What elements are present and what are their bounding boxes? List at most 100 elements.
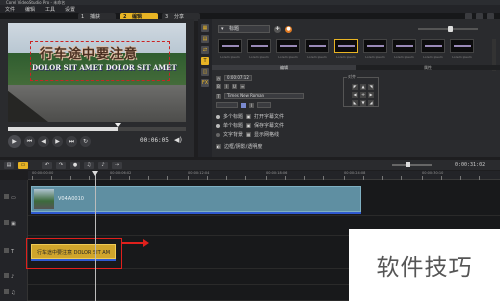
overlay-track-icon[interactable]: ▣ [4,220,24,230]
undo-icon[interactable]: ↶ [42,161,52,169]
menu-edit[interactable]: 编辑 [23,6,37,13]
redo-icon[interactable]: ↷ [56,161,66,169]
playhead-handle-icon[interactable] [92,171,98,176]
align-center-icon[interactable]: ✛ [360,92,366,98]
watermark: 软件技巧 [349,229,500,301]
font-select[interactable]: Times New Roman [224,93,304,99]
underline-icon[interactable]: U [232,84,237,89]
title-thumbnail[interactable]: Lorem ipsum [276,39,302,61]
menu-tools[interactable]: 工具 [43,6,57,13]
mixer-icon[interactable]: ♫ [84,161,94,169]
video-track-icon[interactable]: ▭ [4,194,24,204]
video-clip[interactable]: V04A0010 [31,186,361,212]
align-top-left-icon[interactable]: ◤ [352,84,358,90]
align-left-icon[interactable]: ◀ [352,92,358,98]
category-select[interactable]: 标题 [218,25,270,33]
menu-file[interactable]: 文件 [3,6,17,13]
option-show-grid[interactable]: 显示网格线 [254,131,279,138]
repeat-button[interactable]: ↻ [80,136,91,147]
align-bottom-left-icon[interactable]: ◣ [352,100,358,106]
title-thumbnail-caption: Lorem ipsum [452,55,472,59]
radio-multi[interactable] [216,114,220,119]
add-icon[interactable]: ✚ [274,25,281,33]
open-subtitle-icon[interactable]: ▣ [246,114,252,119]
grid-icon[interactable]: ▦ [246,132,252,137]
title-thumbnail[interactable]: Lorem ipsum [392,39,418,61]
title-thumbnail[interactable]: Lorem ipsum [334,39,360,61]
scrub-marker-icon[interactable] [115,123,122,127]
align-left-icon[interactable]: ≡ [240,84,245,89]
title-thumbnail[interactable]: Lorem ipsum [363,39,389,61]
angle-field[interactable] [257,102,271,108]
voice-track-icon[interactable]: ♪ [4,273,24,283]
auto-music-icon[interactable]: ♪ [98,161,108,169]
effect-icon[interactable]: ◐ [216,144,221,149]
volume-icon[interactable]: ◀) [174,136,184,145]
transition-icon[interactable]: ⇄ [201,46,209,54]
media-icon[interactable]: ▦ [201,24,209,32]
record-icon[interactable]: ● [70,161,80,169]
filter-icon[interactable]: FX [201,79,209,87]
option-text-bg[interactable]: 文字背景 [223,131,243,138]
line-spacing-icon[interactable]: I [249,102,254,108]
timeline-ruler[interactable]: 00:00:00:00 00:00:06:02 00:00:12:04 00:00:1… [28,171,500,180]
annotation-arrow-icon [143,239,149,247]
title-thumbnail[interactable]: Lorem ipsum [247,39,273,61]
zoom-knob[interactable] [406,162,410,167]
option-single-title[interactable]: 单个标题 [223,122,243,129]
option-multi-title[interactable]: 多个标题 [223,113,243,120]
border-shadow-label[interactable]: 边框/阴影/透明度 [224,143,262,150]
title-thumbnail[interactable]: Lorem ipsum [305,39,331,61]
scrub-fill [8,127,119,131]
align-top-right-icon[interactable]: ◥ [368,84,374,90]
duration-field[interactable]: 0:00:07:12 [224,75,252,81]
title-thumbnail-caption: Lorem ipsum [307,55,327,59]
thumb-size-slider[interactable] [418,26,478,32]
preview-title-main[interactable]: 行车途中要注意 [40,43,138,62]
favorite-icon[interactable]: ● [285,25,292,33]
ruler-label: 00:00:30:10 [422,171,444,175]
align-top-icon[interactable]: ▲ [360,84,366,90]
home-button[interactable]: ⏮ [24,136,35,147]
align-bottom-icon[interactable]: ▼ [360,100,366,106]
italic-icon[interactable]: I [224,84,229,89]
preview-timecode[interactable]: 00:06:05 [140,137,169,144]
tab-attributes[interactable]: 属性 [356,65,500,70]
align-bottom-right-icon[interactable]: ◢ [368,100,374,106]
end-button[interactable]: ⏭ [66,136,77,147]
tab-edit[interactable]: 编辑 [212,65,356,70]
save-subtitle-icon[interactable]: ▣ [246,123,252,128]
color-swatch[interactable] [241,102,246,108]
slider-knob[interactable] [448,26,453,32]
graphic-icon[interactable]: ◫ [201,68,209,76]
option-save-subtitle[interactable]: 保存字幕文件 [254,122,284,129]
preview-video[interactable]: 行车途中要注意 DOLOR SIT AMET DOLOR SIT AMET [8,23,186,122]
scrub-bar[interactable] [8,127,186,131]
motion-icon[interactable]: ⇢ [112,161,122,169]
font-size-field[interactable] [216,102,238,108]
preview-title-sub[interactable]: DOLOR SIT AMET DOLOR SIT AMET [32,63,177,72]
option-open-subtitle[interactable]: 打开字幕文件 [254,113,284,120]
title-thumbnail-text-bar [367,45,384,47]
play-button[interactable]: ▶ [8,135,21,148]
instant-project-icon[interactable]: ▤ [201,35,209,43]
title-thumbnail[interactable]: Lorem ipsum [218,39,244,61]
next-frame-button[interactable]: ▶ [52,136,63,147]
timeline-zoom-slider[interactable] [392,162,432,167]
timeline-view-icon[interactable]: ▭ [18,161,28,169]
title-thumbnail-image [450,39,474,53]
menu-settings[interactable]: 设置 [63,6,77,13]
title-thumbnail[interactable]: Lorem ipsum [450,39,476,61]
storyboard-view-icon[interactable]: ▤ [4,161,14,169]
prev-frame-button[interactable]: ◀ [38,136,49,147]
title-icon[interactable]: T [201,57,209,65]
bold-icon[interactable]: B [216,84,221,89]
align-right-icon[interactable]: ▶ [368,92,374,98]
music-track-icon[interactable]: ♫ [4,289,24,299]
title-thumbnail[interactable]: Lorem ipsum [421,39,447,61]
playhead-line[interactable] [95,171,96,301]
ruler-label: 00:00:12:04 [188,171,210,175]
checkbox-text-bg[interactable] [216,132,220,137]
radio-single[interactable] [216,123,220,128]
title-track-icon[interactable]: T [4,248,24,258]
